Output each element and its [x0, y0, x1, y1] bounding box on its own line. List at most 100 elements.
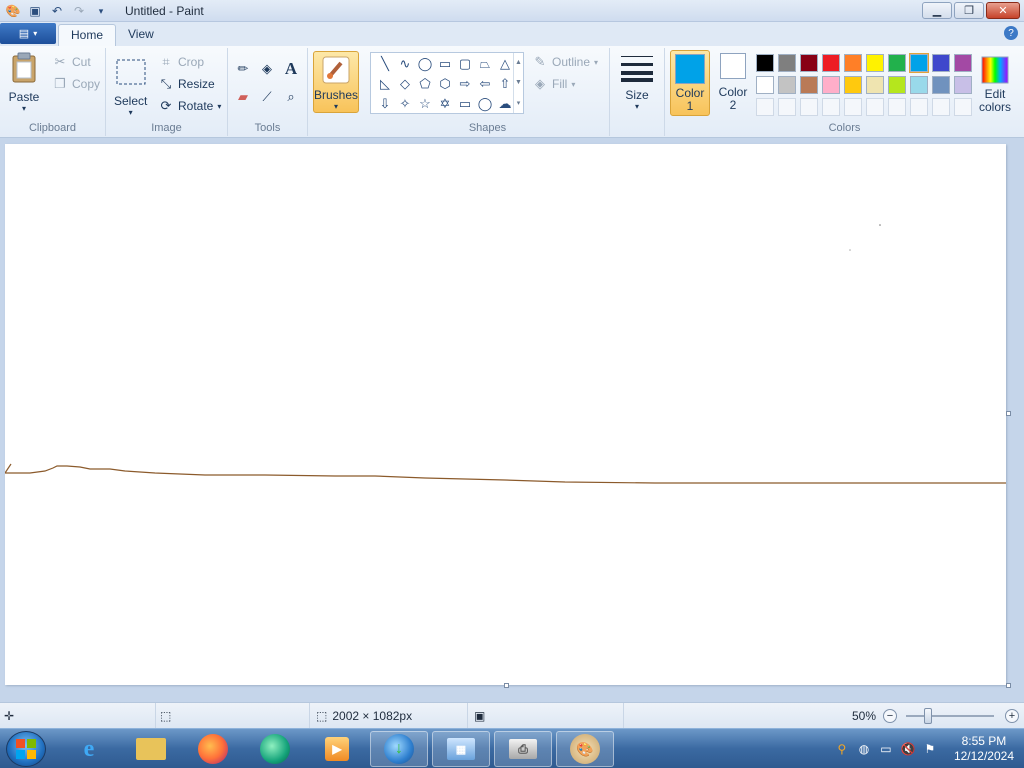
custom-color-slot[interactable]: [822, 98, 840, 116]
palette-swatch[interactable]: [844, 76, 862, 94]
palette-swatch[interactable]: [822, 54, 840, 72]
magnifier-icon[interactable]: ⌕: [280, 86, 302, 108]
down-arrow-shape-icon[interactable]: ⇩: [375, 94, 395, 114]
save-icon[interactable]: ▣: [26, 2, 44, 20]
custom-color-slot[interactable]: [778, 98, 796, 116]
right-triangle-shape-icon[interactable]: ◺: [375, 74, 395, 94]
fill-button[interactable]: ◈ Fill ▾: [532, 74, 575, 94]
color1-button[interactable]: Color 1: [670, 50, 710, 116]
fill-bucket-icon[interactable]: ◈: [256, 58, 278, 80]
palette-swatch[interactable]: [866, 54, 884, 72]
palette-swatch[interactable]: [756, 76, 774, 94]
copy-button[interactable]: ❐ Copy: [52, 74, 100, 94]
minimize-button[interactable]: ▁: [922, 2, 952, 19]
undo-icon[interactable]: ↶: [48, 2, 66, 20]
volume-muted-icon[interactable]: 🔇: [900, 741, 916, 757]
gallery-scrollbar[interactable]: ▲ ▼ ▾: [513, 53, 523, 113]
palette-swatch[interactable]: [932, 54, 950, 72]
zoom-out-button[interactable]: −: [883, 709, 897, 723]
palette-swatch[interactable]: [910, 76, 928, 94]
taskbar-download-manager[interactable]: ↓: [370, 731, 428, 767]
four-point-star-shape-icon[interactable]: ✧: [395, 94, 415, 114]
polygon-shape-icon[interactable]: ⏢: [475, 54, 495, 74]
pentagon-shape-icon[interactable]: ⬠: [415, 74, 435, 94]
start-button[interactable]: [6, 731, 46, 767]
oval-shape-icon[interactable]: ◯: [415, 54, 435, 74]
pencil-icon[interactable]: ✏: [232, 58, 254, 80]
oval-callout-shape-icon[interactable]: ◯: [475, 94, 495, 114]
curve-shape-icon[interactable]: ∿: [395, 54, 415, 74]
zoom-slider-track[interactable]: [906, 715, 994, 717]
paint-app-icon[interactable]: 🎨: [4, 2, 22, 20]
brushes-button[interactable]: Brushes ▾: [313, 51, 359, 113]
palette-swatch[interactable]: [756, 54, 774, 72]
size-button[interactable]: Size ▾: [617, 52, 657, 111]
taskbar-file-explorer[interactable]: [122, 731, 180, 767]
custom-color-slot[interactable]: [756, 98, 774, 116]
custom-color-slot[interactable]: [866, 98, 884, 116]
color2-button[interactable]: Color 2: [713, 53, 753, 112]
action-center-flag-icon[interactable]: ⚑: [922, 741, 938, 757]
triangle-shape-icon[interactable]: △: [495, 54, 515, 74]
left-arrow-shape-icon[interactable]: ⇦: [475, 74, 495, 94]
rect-callout-shape-icon[interactable]: ▭: [455, 94, 475, 114]
edit-colors-button[interactable]: Edit colors: [975, 54, 1015, 114]
line-shape-icon[interactable]: ╲: [375, 54, 395, 74]
palette-swatch[interactable]: [888, 54, 906, 72]
paint-menu-button[interactable]: ▤ ▾: [0, 23, 56, 44]
rounded-rectangle-shape-icon[interactable]: ▢: [455, 54, 475, 74]
diamond-shape-icon[interactable]: ◇: [395, 74, 415, 94]
tab-home[interactable]: Home: [58, 24, 117, 46]
drawing-canvas[interactable]: [5, 144, 1006, 685]
taskbar-paint[interactable]: 🎨: [556, 731, 614, 767]
palette-swatch[interactable]: [954, 54, 972, 72]
text-icon[interactable]: A: [280, 58, 302, 80]
palette-swatch[interactable]: [888, 76, 906, 94]
taskbar-printer[interactable]: ⎙: [494, 731, 552, 767]
custom-color-slot[interactable]: [844, 98, 862, 116]
display-tray-icon[interactable]: ▭: [878, 741, 894, 757]
color-picker-icon[interactable]: ⟋: [256, 86, 278, 108]
palette-swatch[interactable]: [800, 76, 818, 94]
custom-color-slot[interactable]: [954, 98, 972, 116]
zoom-slider-thumb[interactable]: [924, 708, 932, 724]
search-magnifier-tray-icon[interactable]: ⚲: [834, 741, 850, 757]
palette-swatch[interactable]: [778, 76, 796, 94]
six-point-star-shape-icon[interactable]: ✡: [435, 94, 455, 114]
eraser-icon[interactable]: ▰: [232, 86, 254, 108]
hexagon-shape-icon[interactable]: ⬡: [435, 74, 455, 94]
palette-swatch[interactable]: [932, 76, 950, 94]
paste-button[interactable]: Paste ▾: [8, 52, 40, 113]
palette-swatch[interactable]: [844, 54, 862, 72]
taskbar-app-green[interactable]: [246, 731, 304, 767]
maximize-button[interactable]: ❐: [954, 2, 984, 19]
five-point-star-shape-icon[interactable]: ☆: [415, 94, 435, 114]
taskbar-firefox[interactable]: [184, 731, 242, 767]
customize-qat-icon[interactable]: ▾: [92, 2, 110, 20]
custom-color-slot[interactable]: [932, 98, 950, 116]
palette-swatch[interactable]: [954, 76, 972, 94]
resize-handle-right[interactable]: [1006, 411, 1011, 416]
crop-button[interactable]: ⌗ Crop: [158, 52, 204, 72]
resize-handle-corner[interactable]: [1006, 683, 1011, 688]
outline-button[interactable]: ✎ Outline ▾: [532, 52, 599, 72]
taskbar-control-panel[interactable]: ▦: [432, 731, 490, 767]
close-button[interactable]: ✕: [986, 2, 1020, 19]
resize-button[interactable]: ⤡ Resize: [158, 74, 215, 94]
select-button[interactable]: Select ▾: [114, 56, 147, 117]
taskbar-media-player[interactable]: ▶: [308, 731, 366, 767]
right-arrow-shape-icon[interactable]: ⇨: [455, 74, 475, 94]
palette-swatch[interactable]: [822, 76, 840, 94]
zoom-in-button[interactable]: +: [1005, 709, 1019, 723]
tab-view[interactable]: View: [116, 24, 166, 46]
network-globe-tray-icon[interactable]: ◍: [856, 741, 872, 757]
help-icon[interactable]: ?: [1004, 26, 1018, 40]
cloud-callout-shape-icon[interactable]: ☁: [495, 94, 515, 114]
palette-swatch[interactable]: [778, 54, 796, 72]
rotate-button[interactable]: ⟳ Rotate ▾: [158, 96, 222, 116]
palette-swatch[interactable]: [909, 53, 929, 73]
rectangle-shape-icon[interactable]: ▭: [435, 54, 455, 74]
custom-color-slot[interactable]: [910, 98, 928, 116]
up-arrow-shape-icon[interactable]: ⇧: [495, 74, 515, 94]
palette-swatch[interactable]: [866, 76, 884, 94]
